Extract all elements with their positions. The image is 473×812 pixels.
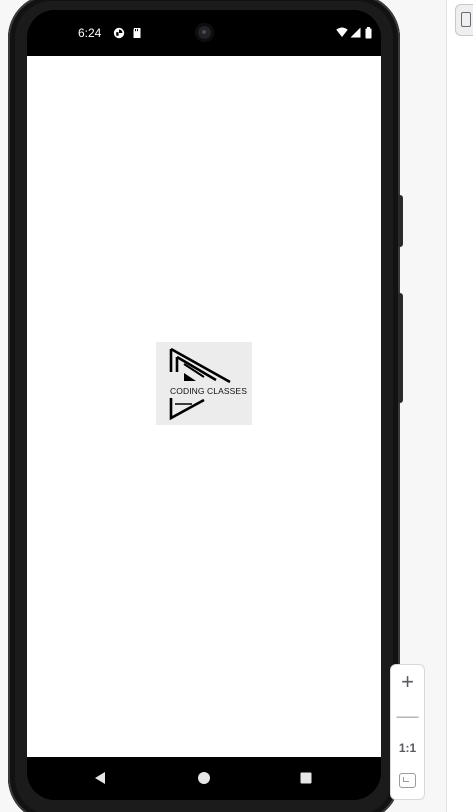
logo-text: CODING CLASSES [170, 386, 247, 396]
app-splash-screen: CODING CLASSES [27, 56, 381, 757]
sd-card-icon [133, 28, 141, 38]
cell-signal-icon [350, 27, 361, 38]
front-camera [195, 23, 214, 42]
emulator-stage: 6:24 CODING CLASSES + — 1:1 [0, 0, 473, 812]
battery-icon [365, 27, 372, 39]
power-button[interactable] [398, 293, 403, 403]
home-icon[interactable] [195, 769, 213, 787]
status-time: 6:24 [78, 26, 102, 40]
zoom-out-button[interactable]: — [391, 703, 424, 729]
zoom-in-button[interactable]: + [391, 669, 424, 695]
coding-classes-logo: CODING CLASSES [156, 342, 252, 425]
recents-icon[interactable] [297, 769, 315, 787]
wifi-icon [336, 27, 348, 37]
zoom-controls: + — 1:1 [390, 664, 425, 800]
play-triangle-logo-icon [169, 347, 231, 421]
zoom-actual-size-button[interactable]: 1:1 [391, 741, 424, 755]
status-bar: 6:24 [27, 10, 381, 56]
data-saver-icon [113, 27, 125, 39]
volume-button[interactable] [398, 195, 403, 247]
side-panel [446, 0, 473, 812]
back-icon[interactable] [92, 769, 110, 787]
device-frame-icon[interactable] [455, 4, 473, 36]
fit-screen-icon[interactable] [399, 773, 416, 788]
navigation-bar [27, 757, 381, 800]
phone-screen: 6:24 CODING CLASSES [27, 10, 381, 800]
